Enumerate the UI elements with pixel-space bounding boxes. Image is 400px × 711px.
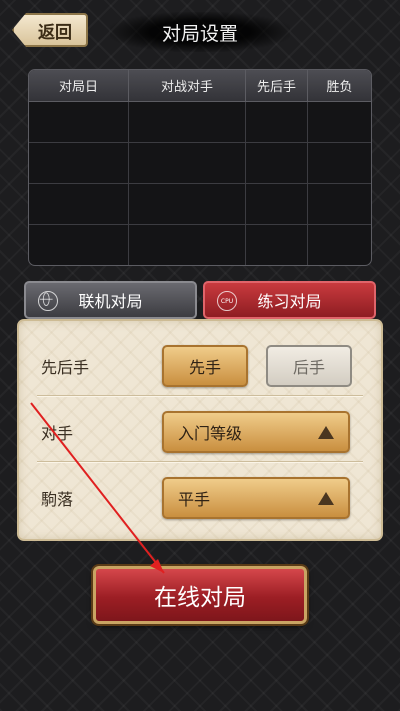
triangle-up-icon [318,491,334,505]
table-cell [308,143,371,184]
table-cell [308,184,371,225]
handicap-value: 平手 [178,490,211,509]
table-cell [308,225,371,265]
cpu-icon: CPU [217,291,237,311]
table-cell [29,225,129,265]
table-cell [246,102,308,143]
column-header-opponent: 对战对手 [129,70,246,101]
column-header-result: 胜负 [326,80,353,95]
table-body [29,102,371,265]
table-cell [29,143,129,184]
table-cell [129,225,246,265]
table-cell [246,143,308,184]
turn-order-label: 先后手 [41,358,90,377]
globe-icon [38,291,58,311]
table-cell [129,143,246,184]
first-move-button[interactable]: 先手 [162,345,248,387]
opponent-label: 对手 [41,424,74,443]
table-cell [29,102,129,143]
table-cell [29,184,129,225]
back-button[interactable]: 返回 [12,13,88,47]
start-button-label: 在线对局 [154,585,246,611]
column-header-date: 对局日 [29,70,129,101]
table-cell [246,225,308,265]
second-move-button[interactable]: 后手 [266,345,352,387]
tab-practice-match[interactable]: CPU 练习对局 [203,281,376,319]
opponent-level-value: 入门等级 [178,424,243,443]
table-cell [129,184,246,225]
game-records-table: 对局日 对战对手 先后手 胜负 [28,69,372,266]
page-title-bar: 对局设置 [110,12,290,52]
opponent-level-select[interactable]: 入门等级 [162,411,350,453]
page-title: 对局设置 [161,22,238,45]
tab-online-match[interactable]: 联机对局 [24,281,197,319]
handicap-label: 駒落 [41,490,74,509]
settings-panel: 先后手 先手 后手 对手 入门等级 駒落 平手 [17,319,383,541]
tab-online-label: 联机对局 [78,292,143,311]
triangle-up-icon [318,425,334,439]
column-header-turn: 先后手 [246,70,308,101]
tab-practice-label: 练习对局 [257,292,322,311]
table-cell [129,102,246,143]
divider [37,461,363,462]
divider [37,395,363,396]
table-header: 对局日 对战对手 先后手 胜负 [29,70,371,102]
handicap-row: 駒落 平手 [37,465,363,531]
start-online-match-button[interactable]: 在线对局 [93,566,307,624]
back-button-label: 返回 [38,22,72,43]
table-cell [246,184,308,225]
table-cell [308,102,371,143]
handicap-select[interactable]: 平手 [162,477,350,519]
opponent-row: 对手 入门等级 [37,399,363,465]
turn-order-row: 先后手 先手 后手 [37,333,363,399]
